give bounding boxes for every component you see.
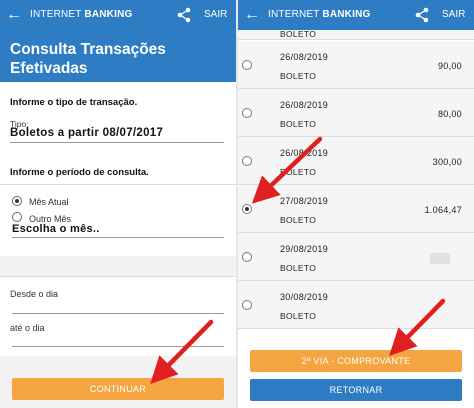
transaction-kind: BOLETO bbox=[280, 263, 317, 273]
transaction-type-heading: Informe o tipo de transação. bbox=[10, 97, 138, 108]
transaction-date: 26/08/2019 bbox=[280, 52, 329, 62]
transaction-radio[interactable] bbox=[242, 60, 252, 70]
transaction-amount: 1.064,47 bbox=[424, 205, 462, 215]
list-item-partial: BOLETO bbox=[238, 29, 474, 40]
app-bar: ← INTERNET BANKING SAIR bbox=[238, 0, 474, 30]
transaction-radio[interactable] bbox=[242, 156, 252, 166]
transaction-row[interactable]: 26/08/2019 BOLETO 90,00 bbox=[238, 41, 474, 89]
back-button[interactable]: RETORNAR bbox=[250, 379, 462, 401]
transaction-type-select[interactable]: Boletos a partir 08/07/2017 bbox=[10, 127, 163, 139]
continue-button[interactable]: CONTINUAR bbox=[12, 378, 224, 400]
transaction-amount: 300,00 bbox=[432, 157, 462, 167]
radio-other-month[interactable] bbox=[12, 212, 22, 222]
divider bbox=[0, 184, 236, 185]
transaction-date: 30/08/2019 bbox=[280, 292, 329, 302]
transaction-row[interactable]: 30/08/2019 BOLETO bbox=[238, 281, 474, 329]
spacer-band bbox=[0, 256, 236, 276]
divider bbox=[0, 276, 236, 277]
transaction-row[interactable]: 26/08/2019 BOLETO 80,00 bbox=[238, 89, 474, 137]
transaction-date: 27/08/2019 bbox=[280, 196, 329, 206]
transaction-kind: BOLETO bbox=[280, 167, 317, 177]
transaction-row[interactable]: 26/08/2019 BOLETO 300,00 bbox=[238, 137, 474, 185]
redacted-amount bbox=[430, 253, 450, 264]
from-date-label: Desde o dia bbox=[10, 289, 59, 299]
arrow-left-icon[interactable]: ← bbox=[244, 6, 260, 24]
right-screen: BOLETO 26/08/2019 BOLETO 90,00 26/08/2019 BO… bbox=[238, 0, 474, 408]
to-date-label: até o dia bbox=[10, 323, 45, 333]
radio-current-month[interactable] bbox=[12, 196, 22, 206]
page-header: Consulta Transações Efetivadas bbox=[0, 30, 236, 82]
transaction-radio[interactable] bbox=[242, 252, 252, 262]
transaction-row[interactable]: 29/08/2019 BOLETO bbox=[238, 233, 474, 281]
partial-row-kind: BOLETO bbox=[280, 29, 317, 39]
exit-button[interactable]: SAIR bbox=[204, 9, 227, 20]
transaction-kind: BOLETO bbox=[280, 119, 317, 129]
month-select-underline bbox=[12, 237, 224, 238]
second-copy-receipt-button[interactable]: 2ª VIA - COMPROVANTE bbox=[250, 350, 462, 372]
to-date-input[interactable] bbox=[12, 346, 224, 347]
transaction-kind: BOLETO bbox=[280, 71, 317, 81]
type-field-underline bbox=[10, 142, 224, 143]
transaction-amount: 90,00 bbox=[437, 61, 462, 71]
transaction-date: 29/08/2019 bbox=[280, 244, 329, 254]
transaction-radio[interactable] bbox=[242, 300, 252, 310]
transaction-radio[interactable] bbox=[242, 108, 252, 118]
transaction-row[interactable]: 27/08/2019 BOLETO 1.064,47 bbox=[238, 185, 474, 233]
month-select[interactable]: Escolha o mês.. bbox=[12, 223, 100, 235]
transaction-amount: 80,00 bbox=[437, 109, 462, 119]
share-icon[interactable] bbox=[176, 7, 192, 23]
page-title: Consulta Transações Efetivadas bbox=[10, 41, 166, 77]
transaction-kind: BOLETO bbox=[280, 215, 317, 225]
transaction-kind: BOLETO bbox=[280, 311, 317, 321]
arrow-left-icon[interactable]: ← bbox=[6, 6, 22, 24]
current-month-label: Mês Atual bbox=[29, 197, 69, 207]
app-bar: ← INTERNET BANKING SAIR bbox=[0, 0, 236, 30]
transaction-radio[interactable] bbox=[242, 204, 252, 214]
share-icon[interactable] bbox=[414, 7, 430, 23]
app-title: INTERNET BANKING bbox=[268, 9, 371, 20]
transaction-date: 26/08/2019 bbox=[280, 100, 329, 110]
left-screen: ← INTERNET BANKING SAIR Consulta Transaç… bbox=[0, 0, 236, 408]
from-date-input[interactable] bbox=[12, 313, 224, 314]
period-heading: Informe o período de consulta. bbox=[10, 167, 149, 178]
exit-button[interactable]: SAIR bbox=[442, 9, 465, 20]
transaction-date: 26/08/2019 bbox=[280, 148, 329, 158]
app-title: INTERNET BANKING bbox=[30, 9, 133, 20]
